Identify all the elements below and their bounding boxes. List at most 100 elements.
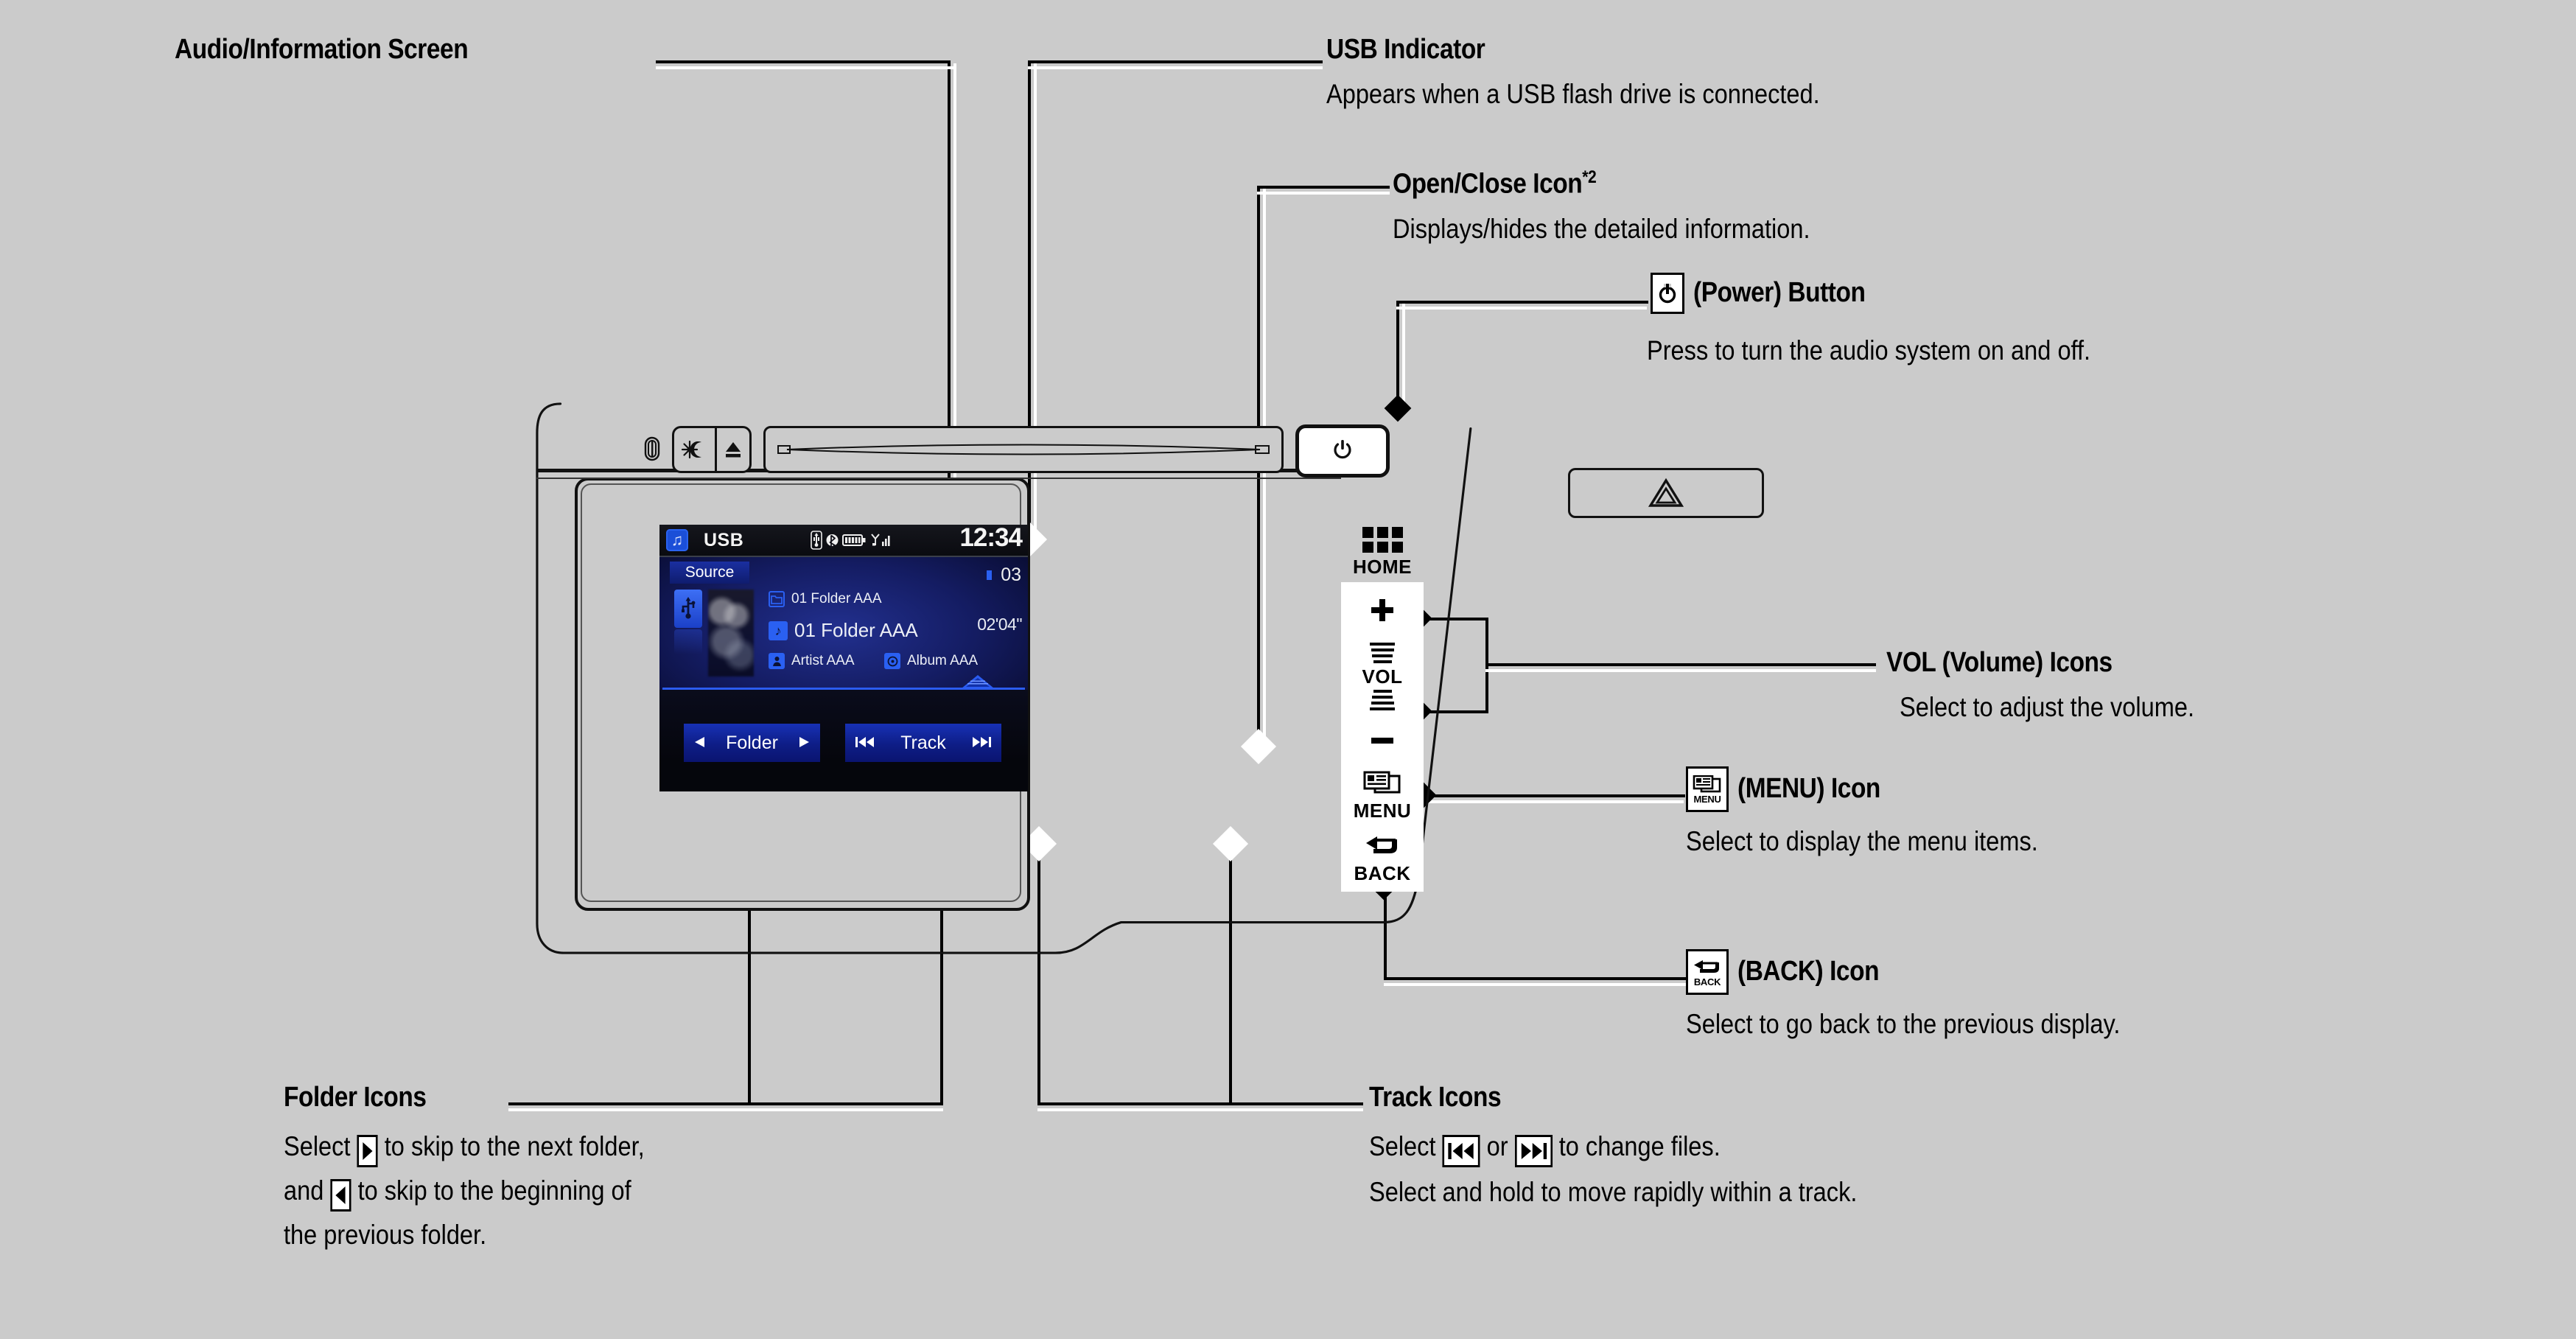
menu-icon-glyph bbox=[1693, 775, 1721, 792]
home-key[interactable]: HOME bbox=[1341, 523, 1424, 579]
leader-line-folder-h bbox=[508, 1102, 943, 1105]
vol-bars-icon-lower bbox=[1370, 690, 1395, 710]
callout-title-open-close-text: Open/Close Icon bbox=[1393, 168, 1583, 200]
volume-down-key[interactable] bbox=[1341, 724, 1424, 758]
prev-triangle-icon bbox=[330, 1178, 351, 1212]
signal-bars-icon bbox=[871, 534, 890, 546]
usb-source-chip bbox=[674, 590, 702, 628]
leader-line-track-h bbox=[1037, 1102, 1363, 1105]
folder-control-button[interactable]: Folder bbox=[684, 724, 820, 762]
back-icon: BACK bbox=[1686, 949, 1729, 995]
callout-title-vol-icons: VOL (Volume) Icons bbox=[1886, 647, 2113, 678]
track-prev-icon[interactable] bbox=[855, 733, 875, 754]
album-icon bbox=[884, 653, 900, 669]
callout-back-icon: BACK (BACK) Icon bbox=[1686, 949, 1898, 995]
callout-open-close-icon: Open/Close Icon*2 Displays/hides the det… bbox=[1393, 168, 1867, 246]
list-row-artist-label: Artist AAA bbox=[791, 653, 855, 668]
folder-control-label: Folder bbox=[726, 732, 778, 753]
menu-key[interactable]: MENU bbox=[1341, 766, 1424, 824]
callout-audio-information-screen: Audio/Information Screen bbox=[175, 35, 508, 65]
disc-slot[interactable] bbox=[763, 426, 1284, 473]
leader-highlight-power-v bbox=[1402, 304, 1405, 404]
menu-icon-key bbox=[1363, 771, 1401, 794]
screw-glyph-left bbox=[644, 436, 660, 461]
leader-line-power-v bbox=[1396, 301, 1399, 404]
callout-body-vol-icons: Select to adjust the volume. bbox=[1900, 691, 2195, 722]
music-note-icon-row: ♪ bbox=[769, 620, 788, 640]
vol-bars-icon-upper bbox=[1370, 643, 1395, 663]
menu-icon-label: MENU bbox=[1693, 793, 1721, 805]
list-row-folder-label: 01 Folder AAA bbox=[791, 591, 882, 606]
track-control-button[interactable]: Track bbox=[845, 724, 1001, 762]
back-arrow-icon bbox=[1366, 836, 1397, 853]
home-key-label: HOME bbox=[1353, 555, 1412, 578]
leader-line-audio-screen-h bbox=[656, 60, 951, 63]
screen-status-bar: ♫ USB 12:34 bbox=[659, 525, 1028, 557]
folder-icon bbox=[769, 591, 785, 607]
list-row-album: Album AAA bbox=[884, 653, 978, 669]
callout-title-track-icons: Track Icons bbox=[1369, 1082, 1502, 1113]
back-key[interactable]: BACK bbox=[1341, 831, 1424, 886]
callout-body-menu-icon: Select to display the menu items. bbox=[1686, 826, 2038, 856]
leader-line-power-h bbox=[1396, 301, 1648, 304]
grid-icon bbox=[1362, 526, 1403, 553]
callout-title-back-icon: (BACK) Icon bbox=[1737, 956, 1880, 987]
folder-prev-glyph bbox=[695, 736, 704, 747]
prev-triangle-glyph bbox=[335, 1186, 346, 1204]
callout-vol-icons: VOL (Volume) Icons Select to adjust the … bbox=[1886, 648, 2235, 724]
volume-key[interactable]: VOL bbox=[1341, 632, 1424, 721]
track-line1-post: to change files. bbox=[1558, 1130, 1721, 1161]
power-icon-glyph bbox=[1659, 284, 1676, 304]
music-note-icon: ♫ bbox=[666, 529, 688, 551]
power-button[interactable] bbox=[1295, 424, 1390, 478]
eject-icon bbox=[726, 442, 741, 458]
usb-chip-reflection bbox=[674, 629, 702, 654]
leader-highlight-track-h bbox=[1037, 1108, 1363, 1111]
callout-usb-indicator: USB Indicator Appears when a USB flash d… bbox=[1326, 35, 1887, 111]
eject-button[interactable] bbox=[715, 426, 752, 473]
folder-prev-icon[interactable] bbox=[693, 733, 707, 754]
callout-title-power-button: (Power) Button bbox=[1693, 277, 1866, 309]
artist-icon bbox=[769, 653, 785, 669]
back-icon-glyph bbox=[1694, 959, 1719, 973]
usb-icon-chip bbox=[682, 597, 696, 619]
folder-next-glyph bbox=[799, 736, 809, 747]
audio-information-screen[interactable]: ♫ USB 12:34 Source 01 Folder AAA ♪ 01 Fo… bbox=[659, 525, 1028, 791]
next-triangle-glyph bbox=[363, 1142, 373, 1160]
source-button[interactable]: Source bbox=[670, 562, 749, 584]
source-label: USB bbox=[704, 529, 744, 550]
brightness-day-night-icon bbox=[682, 440, 701, 459]
display-mode-button[interactable] bbox=[672, 426, 718, 473]
power-icon bbox=[1651, 273, 1684, 314]
callout-menu-icon: MENU (MENU) Icon bbox=[1686, 766, 1900, 812]
hard-key-strip: VOL MENU BACK bbox=[1341, 582, 1424, 892]
list-row-folder: 01 Folder AAA bbox=[769, 591, 882, 607]
callout-title-audio-screen: Audio/Information Screen bbox=[175, 34, 469, 65]
track-next-icon[interactable] bbox=[971, 733, 992, 754]
folder-line2-post: to skip to the beginning of bbox=[357, 1175, 631, 1206]
hazard-button[interactable] bbox=[1568, 468, 1764, 518]
list-row-track: ♪ 01 Folder AAA bbox=[769, 619, 918, 642]
list-row-track-label: 01 Folder AAA bbox=[794, 619, 918, 641]
bluetooth-icon bbox=[826, 534, 839, 549]
callout-body-track-line1: Select or to change files. bbox=[1369, 1129, 1857, 1167]
screen-main-area: Source 01 Folder AAA ♪ 01 Folder AAA Art… bbox=[659, 557, 1028, 690]
folder-line1-post: to skip to the next folder, bbox=[384, 1130, 645, 1161]
track-next-glyph bbox=[973, 736, 991, 747]
volume-up-key[interactable] bbox=[1341, 591, 1424, 629]
folder-glyph bbox=[771, 595, 783, 604]
album-glyph bbox=[887, 656, 897, 666]
leader-highlight-audio-screen bbox=[656, 66, 953, 69]
callout-track-icons: Track Icons Select or to change files. S… bbox=[1369, 1083, 1924, 1209]
list-row-artist: Artist AAA bbox=[769, 653, 855, 669]
back-icon-label: BACK bbox=[1693, 976, 1721, 987]
skip-forward-icon bbox=[1514, 1134, 1553, 1167]
callout-body-folder-line3: the previous folder. bbox=[284, 1219, 487, 1250]
menu-icon: MENU bbox=[1686, 766, 1729, 812]
folder-next-icon[interactable] bbox=[797, 733, 811, 754]
callout-body-back-icon: Select to go back to the previous displa… bbox=[1686, 1009, 2121, 1039]
battery-icon bbox=[842, 534, 866, 546]
screw-icon-left bbox=[644, 436, 660, 465]
folder-line1-pre: Select bbox=[284, 1130, 351, 1161]
folder-line2-pre: and bbox=[284, 1175, 324, 1206]
